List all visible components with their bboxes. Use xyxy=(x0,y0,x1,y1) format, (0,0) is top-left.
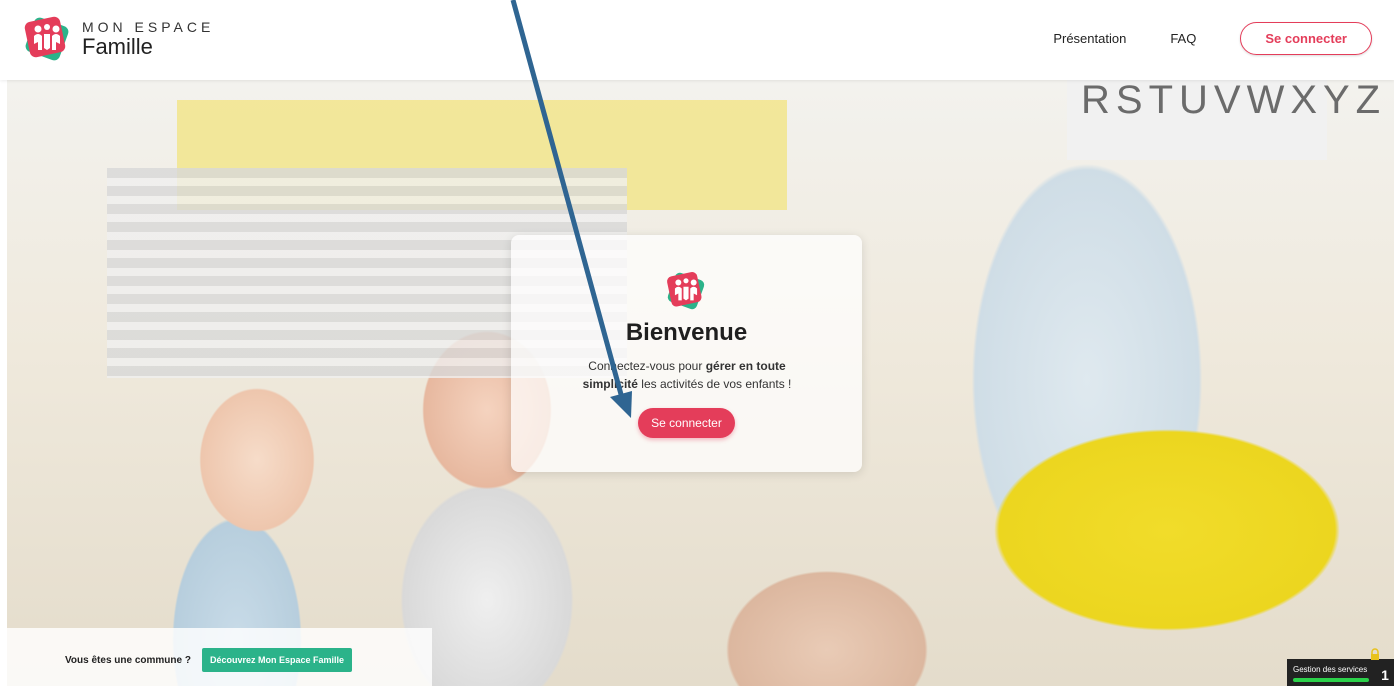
logo[interactable]: MON ESPACE Famille xyxy=(20,12,214,66)
services-progress-bar xyxy=(1293,678,1369,682)
welcome-text: Connectez-vous pour gérer en toute simpl… xyxy=(567,357,807,393)
welcome-text-start: Connectez-vous pour xyxy=(588,359,706,373)
logo-title-top: MON ESPACE xyxy=(82,19,215,35)
nav-faq-link[interactable]: FAQ xyxy=(1170,31,1196,46)
discover-button[interactable]: Découvrez Mon Espace Famille xyxy=(202,648,352,672)
lock-icon xyxy=(1371,648,1379,660)
header: MON ESPACE Famille Présentation FAQ Se c… xyxy=(0,0,1394,80)
logo-text: MON ESPACE Famille xyxy=(82,20,214,58)
login-button[interactable]: Se connecter xyxy=(638,408,735,438)
top-nav: Présentation FAQ Se connecter xyxy=(1053,22,1372,55)
alphabet-poster: RSTUVWXYZ xyxy=(1067,80,1380,160)
welcome-card: Bienvenue Connectez-vous pour gérer en t… xyxy=(511,235,862,472)
services-label: Gestion des services xyxy=(1293,665,1368,674)
family-logo-icon xyxy=(667,272,705,310)
logo-title-bottom: Famille xyxy=(82,34,153,59)
family-logo-icon xyxy=(24,16,69,61)
services-widget[interactable]: Gestion des services xyxy=(1287,659,1376,686)
welcome-text-end: les activités de vos enfants ! xyxy=(637,377,792,391)
welcome-title: Bienvenue xyxy=(625,319,748,346)
header-login-button[interactable]: Se connecter xyxy=(1240,22,1372,55)
commune-banner: Vous êtes une commune ? Découvrez Mon Es… xyxy=(7,628,432,686)
commune-question: Vous êtes une commune ? xyxy=(65,655,191,666)
services-count-badge[interactable]: 1 xyxy=(1376,659,1394,686)
nav-presentation-link[interactable]: Présentation xyxy=(1053,31,1126,46)
